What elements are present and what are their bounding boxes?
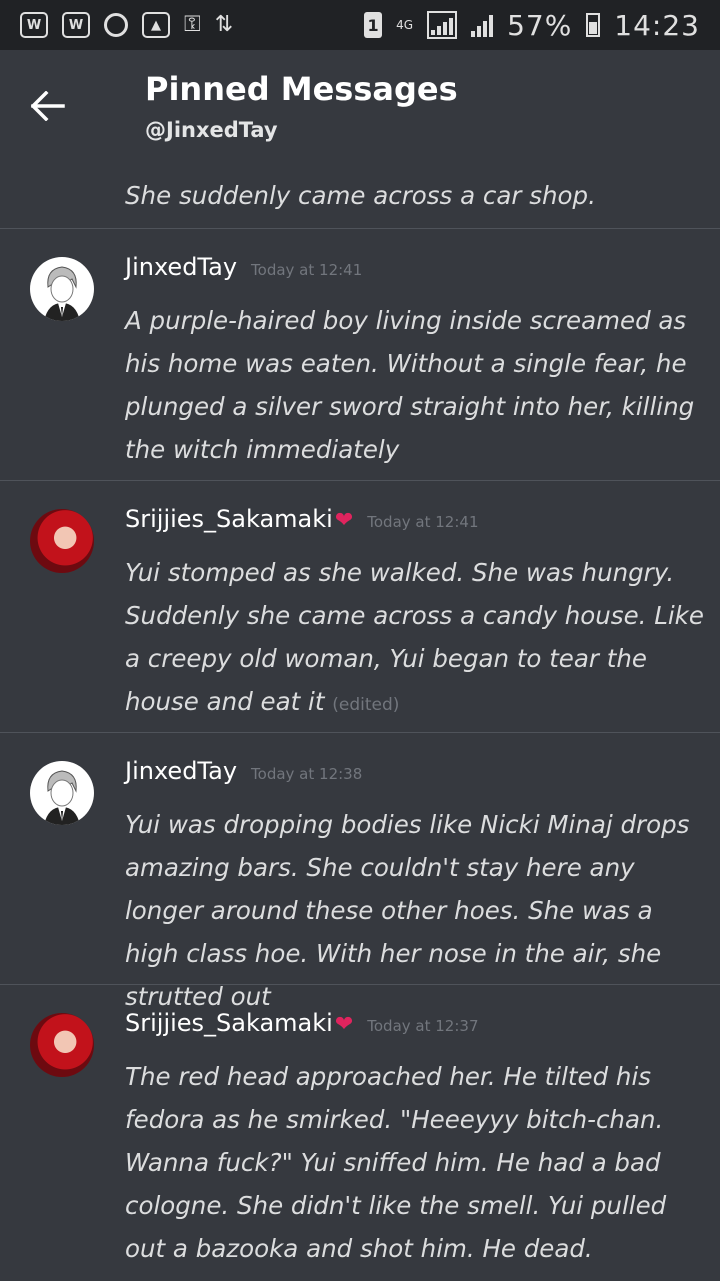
message-timestamp: Today at 12:38: [251, 765, 363, 783]
anime-boy-avatar-icon: [44, 770, 80, 825]
status-bar: W W ▲ ⚿ ⇅ 1 4G 57% 14:23: [0, 0, 720, 50]
author-name[interactable]: JinxedTay: [125, 253, 237, 281]
message-body: A purple-haired boy living inside scream…: [125, 306, 695, 464]
message-header: JinxedTay Today at 12:41: [125, 253, 362, 281]
page-title: Pinned Messages: [145, 70, 458, 108]
message-timestamp: Today at 12:37: [367, 1017, 479, 1035]
channel-subtitle: @JinxedTay: [145, 118, 278, 142]
author-name[interactable]: JinxedTay: [125, 757, 237, 785]
message-item[interactable]: She suddenly came across a car shop.: [0, 156, 720, 229]
avatar[interactable]: [30, 257, 94, 321]
message-item[interactable]: Srijjies_Sakamaki❤ Today at 12:41 Yui st…: [0, 481, 720, 733]
message-timestamp: Today at 12:41: [367, 513, 479, 531]
avatar[interactable]: [30, 509, 94, 573]
app-w-icon: W: [20, 12, 48, 38]
message-header: Srijjies_Sakamaki❤ Today at 12:41: [125, 505, 478, 533]
author-label: Srijjies_Sakamaki: [125, 505, 333, 533]
network-type: 4G: [396, 18, 414, 32]
sim-icon: 1: [364, 12, 383, 38]
message-body: The red head approached her. He tilted h…: [125, 1062, 667, 1263]
image-icon: ▲: [142, 12, 170, 38]
key-icon: ⚿: [184, 12, 201, 37]
message-header: Srijjies_Sakamaki❤ Today at 12:37: [125, 1009, 478, 1037]
battery-percentage: 57%: [507, 8, 573, 42]
anime-boy-avatar-icon: [44, 266, 80, 321]
message-header: JinxedTay Today at 12:38: [125, 757, 362, 785]
heart-icon: ❤: [334, 508, 354, 533]
app-header: Pinned Messages @JinxedTay: [0, 50, 720, 156]
author-name[interactable]: Srijjies_Sakamaki❤: [125, 1009, 353, 1037]
heart-icon: ❤: [334, 1012, 354, 1037]
message-item[interactable]: JinxedTay Today at 12:38 Yui was droppin…: [0, 733, 720, 1011]
avatar[interactable]: [30, 761, 94, 825]
avatar[interactable]: [30, 1013, 94, 1077]
status-bar-system: 1 4G 57% 14:23: [364, 9, 700, 42]
message-text: A purple-haired boy living inside scream…: [125, 299, 705, 471]
author-name[interactable]: Srijjies_Sakamaki❤: [125, 505, 353, 533]
signal-icon: [471, 13, 494, 37]
message-body: Yui stomped as she walked. She was hungr…: [125, 558, 704, 716]
message-item[interactable]: JinxedTay Today at 12:41 A purple-haired…: [0, 229, 720, 481]
edited-label: (edited): [332, 695, 400, 715]
arrow-left-icon: [31, 91, 65, 121]
message-body: Yui was dropping bodies like Nicki Minaj…: [125, 810, 690, 1011]
author-label: Srijjies_Sakamaki: [125, 1009, 333, 1037]
message-item[interactable]: Srijjies_Sakamaki❤ Today at 12:37 The re…: [0, 985, 720, 1281]
message-timestamp: Today at 12:41: [251, 261, 363, 279]
message-text: Yui stomped as she walked. She was hungr…: [125, 551, 705, 727]
pinned-messages-list[interactable]: She suddenly came across a car shop. Jin…: [0, 156, 720, 1281]
status-bar-notifications: W W ▲ ⚿ ⇅: [20, 12, 233, 38]
data-transfer-icon: ⇅: [214, 12, 234, 37]
app-w-icon: W: [62, 12, 90, 38]
clock: 14:23: [614, 8, 700, 42]
signal-icon: [427, 11, 458, 39]
message-text: She suddenly came across a car shop.: [125, 181, 596, 210]
circle-app-icon: [104, 13, 128, 37]
back-button[interactable]: [26, 84, 70, 128]
battery-icon: [586, 13, 601, 37]
message-text: The red head approached her. He tilted h…: [125, 1055, 705, 1270]
